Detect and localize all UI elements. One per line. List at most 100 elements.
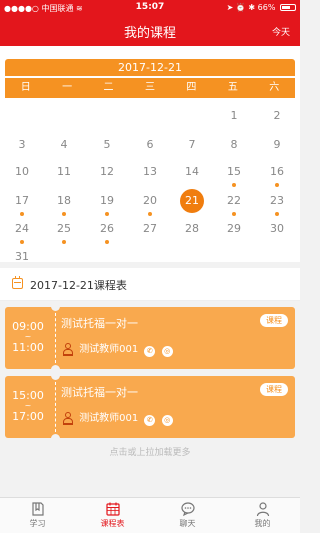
course-time-separator: ~ xyxy=(24,332,32,341)
calendar-day[interactable]: 5 xyxy=(95,133,119,157)
tab-chat-label: 聊天 xyxy=(179,519,196,528)
calendar-day[interactable]: 29 xyxy=(222,217,246,241)
weekday-sun: 日 xyxy=(20,82,31,93)
person-icon xyxy=(256,502,269,517)
tab-study[interactable]: 学习 xyxy=(0,498,75,533)
teacher-name: 测试教师001 xyxy=(79,413,139,424)
course-name: 测试托福一对一 xyxy=(61,317,138,330)
card-divider xyxy=(55,382,56,432)
course-indicator-dot xyxy=(105,240,109,244)
calendar-day[interactable]: 14 xyxy=(180,160,204,184)
calendar-day[interactable]: 18 xyxy=(52,189,76,213)
calendar-day[interactable]: 28 xyxy=(180,217,204,241)
nav-bar: 我的课程 今天 xyxy=(0,16,300,46)
calendar-day[interactable]: 12 xyxy=(95,160,119,184)
course-end-time: 11:00 xyxy=(12,341,44,354)
card-notch xyxy=(51,371,60,380)
course-time: 15:00 ~ 17:00 xyxy=(5,376,51,438)
course-type-badge: 课程 xyxy=(260,383,288,396)
calendar-day[interactable]: 13 xyxy=(138,160,162,184)
message-icon[interactable]: ◎ xyxy=(161,346,173,357)
course-indicator-dot xyxy=(275,183,279,187)
bluetooth-icon: ✱ xyxy=(248,3,256,12)
teacher-name: 测试教师001 xyxy=(79,344,139,355)
calendar-day[interactable]: 10 xyxy=(10,160,34,184)
calendar-icon xyxy=(12,276,23,289)
course-indicator-dot xyxy=(105,212,109,216)
calendar-day[interactable]: 27 xyxy=(138,217,162,241)
weekday-mon: 一 xyxy=(62,82,73,93)
battery-percent: 66% xyxy=(257,3,276,12)
weekday-wed: 三 xyxy=(144,82,155,93)
calendar-day[interactable]: 22 xyxy=(222,189,246,213)
teacher-icon xyxy=(63,412,73,425)
course-indicator-dot xyxy=(62,240,66,244)
calendar-day[interactable]: 15 xyxy=(222,160,246,184)
course-indicator-dot xyxy=(232,212,236,216)
calendar-day[interactable]: 30 xyxy=(265,217,289,241)
card-divider xyxy=(55,313,56,363)
calendar: 2017-12-21 日 一 二 三 四 五 六 1 2 3 4 5 6 7 8 9 10 11 12… xyxy=(0,46,300,263)
calendar-day[interactable]: 2 xyxy=(265,104,289,128)
tab-chat[interactable]: 聊天 xyxy=(150,498,225,533)
calendar-day[interactable]: 23 xyxy=(265,189,289,213)
course-end-time: 17:00 xyxy=(12,410,44,423)
calendar-day[interactable]: 1 xyxy=(222,104,246,128)
phone-icon[interactable]: ✆ xyxy=(144,415,156,426)
calendar-day[interactable]: 9 xyxy=(265,133,289,157)
calendar-day[interactable]: 26 xyxy=(95,217,119,241)
tab-schedule[interactable]: 课程表 xyxy=(75,498,150,533)
course-type-badge: 课程 xyxy=(260,314,288,327)
calendar-icon xyxy=(105,502,120,516)
course-indicator-dot xyxy=(232,183,236,187)
chat-bubble-icon xyxy=(180,502,195,517)
calendar-day[interactable]: 19 xyxy=(95,189,119,213)
page-title: 我的课程 xyxy=(123,26,176,41)
schedule-header: 2017-12-21课程表 xyxy=(0,268,300,301)
teacher-row: 测试教师001 ✆ ◎ xyxy=(63,409,173,426)
weekday-fri: 五 xyxy=(227,82,238,93)
today-button[interactable]: 今天 xyxy=(272,25,290,38)
weekday-thu: 四 xyxy=(186,82,197,93)
course-name: 测试托福一对一 xyxy=(61,386,138,399)
calendar-month-label[interactable]: 2017-12-21 xyxy=(5,59,295,76)
calendar-day[interactable]: 31 xyxy=(10,245,34,269)
weekday-tue: 二 xyxy=(103,82,114,93)
message-icon[interactable]: ◎ xyxy=(161,415,173,426)
card-notch xyxy=(51,302,60,311)
load-more-link[interactable]: 点击或上拉加载更多 xyxy=(0,445,300,458)
calendar-day-selected[interactable]: 21 xyxy=(180,189,204,213)
calendar-day[interactable]: 25 xyxy=(52,217,76,241)
course-time-separator: ~ xyxy=(24,401,32,410)
calendar-day[interactable]: 3 xyxy=(10,133,34,157)
course-card[interactable]: 15:00 ~ 17:00 测试托福一对一 课程 测试教师001 ✆ ◎ xyxy=(5,371,295,443)
calendar-day[interactable]: 11 xyxy=(52,160,76,184)
course-indicator-dot xyxy=(20,240,24,244)
location-icon: ➤ xyxy=(226,3,234,12)
teacher-row: 测试教师001 ✆ ◎ xyxy=(63,340,173,357)
calendar-day[interactable]: 16 xyxy=(265,160,289,184)
alarm-icon: ⏰ xyxy=(235,3,246,12)
course-time: 09:00 ~ 11:00 xyxy=(5,307,51,369)
course-indicator-dot xyxy=(62,212,66,216)
calendar-weekday-header: 日 一 二 三 四 五 六 xyxy=(5,78,295,98)
tab-schedule-label: 课程表 xyxy=(100,519,125,528)
calendar-day[interactable]: 8 xyxy=(222,133,246,157)
course-indicator-dot xyxy=(20,212,24,216)
calendar-day[interactable]: 24 xyxy=(10,217,34,241)
calendar-day[interactable]: 17 xyxy=(10,189,34,213)
calendar-day[interactable]: 7 xyxy=(180,133,204,157)
course-card[interactable]: 09:00 ~ 11:00 测试托福一对一 课程 测试教师001 ✆ ◎ xyxy=(5,302,295,374)
tab-study-label: 学习 xyxy=(29,519,46,528)
tab-mine[interactable]: 我的 xyxy=(225,498,300,533)
phone-icon[interactable]: ✆ xyxy=(144,346,156,357)
calendar-day[interactable]: 4 xyxy=(52,133,76,157)
status-right-group: ➤ ⏰ ✱ 66% xyxy=(227,3,296,12)
status-bar: ●●●●○ 中国联通 ≋ 15:07 ➤ ⏰ ✱ 66% xyxy=(0,0,300,16)
calendar-day[interactable]: 6 xyxy=(138,133,162,157)
battery-icon xyxy=(280,4,296,11)
course-indicator-dot xyxy=(275,212,279,216)
teacher-icon xyxy=(63,343,73,356)
calendar-day[interactable]: 20 xyxy=(138,189,162,213)
card-notch xyxy=(51,434,60,443)
